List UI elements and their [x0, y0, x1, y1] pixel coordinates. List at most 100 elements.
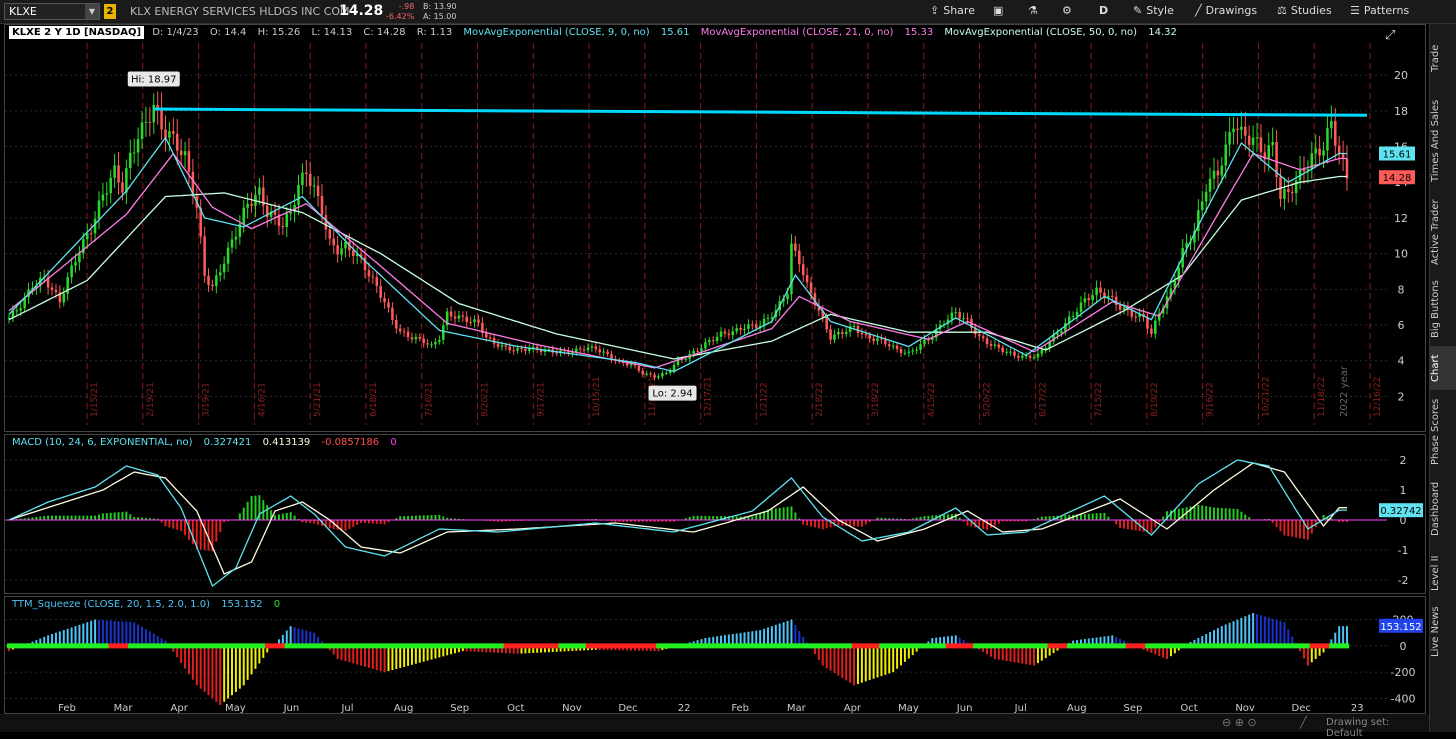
expiration-label: 10/21/22	[1261, 377, 1271, 417]
candle-body	[1201, 201, 1204, 210]
candle-body	[117, 165, 120, 182]
tab-trade[interactable]: Trade	[1430, 28, 1456, 88]
macd-label: MACD (10, 24, 6, EXPONENTIAL, no)	[9, 436, 195, 449]
share-button[interactable]: ⇪Share	[930, 4, 975, 17]
ttm-panel[interactable]: -400-2000200153.152FebMarAprMayJunJulAug…	[4, 596, 1426, 714]
ttm-hist-bar	[1248, 615, 1250, 646]
x-month-label: Feb	[58, 703, 76, 713]
squeeze-dot	[719, 643, 723, 648]
snapshot-button[interactable]: ▣	[993, 4, 1007, 17]
squeeze-dot	[938, 643, 942, 648]
pencil-icon[interactable]: ╱	[1300, 716, 1307, 729]
tab-dashboard[interactable]: Dashboard	[1430, 474, 1456, 544]
squeeze-dot	[62, 643, 66, 648]
chevron-down-icon[interactable]: ▼	[85, 4, 99, 19]
squeeze-dot	[531, 643, 535, 648]
ttm-hist-bar	[364, 646, 366, 667]
macd-panel[interactable]: -2-10120.32742 MACD (10, 24, 6, EXPONENT…	[4, 434, 1426, 594]
candle-body	[485, 333, 488, 337]
patterns-button[interactable]: ☰Patterns	[1350, 4, 1409, 17]
candle-body	[121, 182, 124, 192]
tab-chart[interactable]: Chart	[1430, 346, 1456, 390]
macd-hist-bar	[247, 502, 249, 520]
settings-button[interactable]: ⚙	[1062, 4, 1076, 17]
squeeze-dot	[1317, 643, 1321, 648]
candle-body	[520, 348, 523, 349]
symbol-input[interactable]: KLXE ▼	[4, 3, 100, 20]
price-chart[interactable]: 24681012141618201/15/212/19/213/19/214/1…	[5, 25, 1425, 431]
period-button[interactable]: D	[1099, 4, 1108, 17]
squeeze-dot	[1126, 643, 1130, 648]
candle-body	[98, 200, 101, 218]
style-button[interactable]: ✎Style	[1133, 4, 1174, 17]
ttm-hist-bar	[243, 646, 245, 685]
squeeze-dot	[230, 643, 234, 648]
ttm-hist-bar	[258, 646, 260, 664]
squeeze-dot	[1059, 643, 1063, 648]
squeeze-dot	[1267, 643, 1271, 648]
ttm-hist-bar	[892, 646, 894, 672]
squeeze-dot	[551, 643, 555, 648]
ttm-hist-bar	[90, 621, 92, 646]
zoom-icons[interactable]: ⊖ ⊕ ⊙	[1222, 716, 1257, 729]
candle-body	[833, 334, 836, 339]
tab-level-ii[interactable]: Level II	[1430, 548, 1456, 598]
macd-hist-bar	[826, 520, 828, 528]
candle-body	[794, 243, 797, 250]
tab-active-trader[interactable]: Active Trader	[1430, 194, 1456, 270]
squeeze-dot	[1180, 643, 1184, 648]
macd-chart[interactable]: -2-10120.32742	[5, 435, 1425, 593]
tab-times-and-sales[interactable]: Times And Sales	[1430, 90, 1456, 192]
squeeze-dot	[891, 643, 895, 648]
candle-body	[442, 325, 445, 340]
squeeze-dot	[1325, 643, 1329, 648]
candle-body	[145, 122, 148, 123]
candle-body	[606, 352, 609, 355]
squeeze-dot	[821, 643, 825, 648]
x-month-label: Jun	[956, 703, 973, 713]
candle-body	[1271, 142, 1274, 145]
macd-hist-bar	[180, 520, 182, 531]
candle-body	[188, 151, 191, 172]
candle-body	[63, 294, 66, 303]
tab-big-buttons[interactable]: Big Buttons	[1430, 274, 1456, 344]
macd-hist-bar	[986, 520, 988, 530]
squeeze-dot	[15, 643, 19, 648]
candle-body	[1009, 352, 1012, 353]
price-panel[interactable]: 24681012141618201/15/212/19/213/19/214/1…	[4, 24, 1426, 432]
ttm-chart[interactable]: -400-2000200153.152FebMarAprMayJunJulAug…	[5, 597, 1425, 713]
squeeze-dot	[711, 643, 715, 648]
squeeze-dot	[222, 643, 226, 648]
squeeze-dot	[511, 643, 515, 648]
company-name: KLX ENERGY SERVICES HLDGS INC COM	[130, 5, 350, 18]
tab-phase-scores[interactable]: Phase Scores	[1430, 392, 1456, 472]
squeeze-dot	[22, 643, 26, 648]
squeeze-dot	[1255, 643, 1259, 648]
squeeze-dot	[1024, 643, 1028, 648]
studies-button[interactable]: ⚖Studies	[1277, 4, 1332, 17]
squeeze-dot	[633, 643, 637, 648]
flask-button[interactable]: ⚗	[1028, 4, 1042, 17]
ttm-hist-bar	[884, 646, 886, 675]
squeeze-dot	[609, 643, 613, 648]
expiration-label: 5/21/21	[313, 382, 323, 417]
candle-body	[579, 349, 582, 350]
squeeze-dot	[245, 643, 249, 648]
ttm-hist-bar	[787, 621, 789, 646]
drawings-button[interactable]: ╱Drawings	[1195, 4, 1257, 17]
squeeze-dot	[199, 643, 203, 648]
candle-body	[411, 337, 414, 339]
ttm-hist-bar	[861, 646, 863, 683]
last-price-badge-text: 14.28	[1383, 173, 1412, 184]
candle-body	[673, 365, 676, 371]
squeeze-dot	[871, 643, 875, 648]
candle-body	[923, 340, 926, 345]
macd-hist-bar	[411, 516, 413, 520]
candle-body	[685, 359, 688, 360]
x-month-label: Jul	[1014, 703, 1027, 713]
squeeze-dot	[558, 643, 562, 648]
tab-live-news[interactable]: Live News	[1430, 600, 1456, 664]
candle-body	[747, 324, 750, 328]
link-group-badge[interactable]: 2	[104, 4, 116, 19]
candle-body	[426, 343, 429, 344]
